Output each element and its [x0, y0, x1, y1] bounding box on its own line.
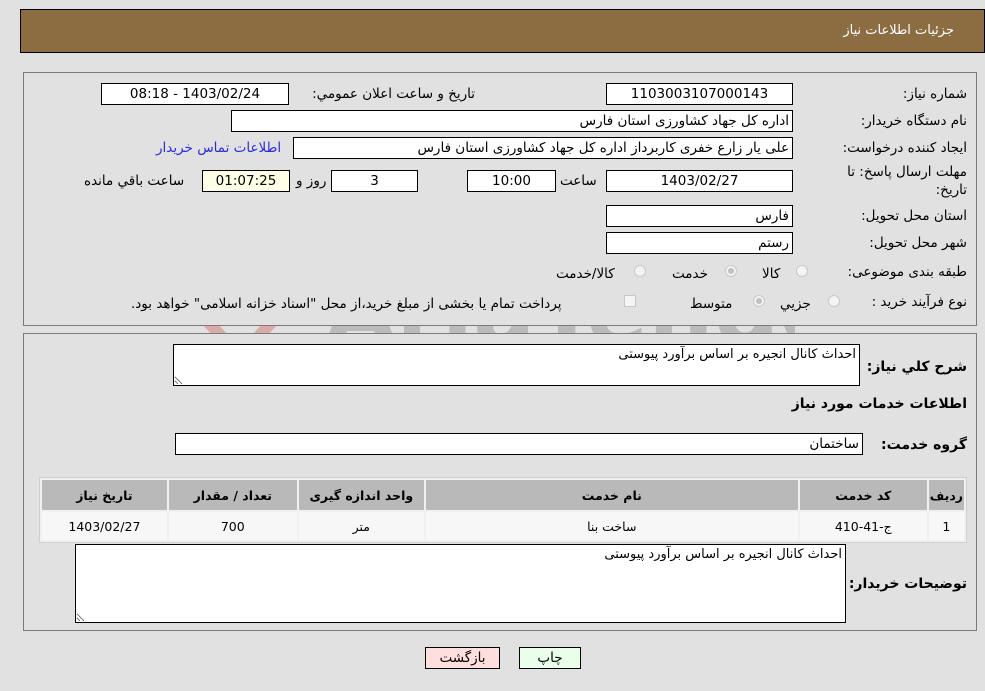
- announce-label: تاریخ و ساعت اعلان عمومي:: [312, 86, 475, 102]
- services-heading: اطلاعات خدمات مورد نیاز: [791, 396, 967, 412]
- treasury-checkbox[interactable]: [624, 295, 636, 307]
- need-number-field[interactable]: 1103003107000143: [606, 83, 793, 105]
- requester-label: ایجاد کننده درخواست:: [842, 140, 967, 156]
- back-button[interactable]: بازگشت: [425, 647, 500, 669]
- services-table: ردیف کد خدمت نام خدمت واحد اندازه گیری ت…: [39, 477, 967, 543]
- cell-need-date: 1403/02/27: [42, 512, 167, 540]
- requester-field[interactable]: علی یار زارع خفری کاربرداز اداره کل جهاد…: [293, 137, 793, 159]
- process-radio-medium[interactable]: [753, 295, 765, 307]
- summary-textarea[interactable]: احداث کانال انجیره بر اساس برآورد پیوستی: [173, 344, 860, 386]
- category-radio-goods[interactable]: [796, 265, 808, 277]
- buyer-notes-label: توضیحات خریدار:: [848, 576, 967, 592]
- category-radio-goods-service[interactable]: [634, 265, 646, 277]
- city-label: شهر محل تحویل:: [869, 235, 967, 251]
- category-option-service: خدمت: [672, 266, 708, 282]
- cell-unit: متر: [298, 512, 424, 540]
- deadline-label-2: تاریخ:: [935, 182, 967, 198]
- category-radio-service[interactable]: [725, 265, 737, 277]
- need-number-label: شماره نیاز:: [902, 86, 967, 102]
- province-label: استان محل تحویل:: [861, 208, 967, 224]
- time-remaining-field: 01:07:25: [202, 170, 290, 192]
- deadline-time-field[interactable]: 10:00: [467, 170, 556, 192]
- service-group-field[interactable]: ساختمان: [175, 433, 863, 455]
- cell-row: 1: [928, 512, 964, 540]
- table-header-row: ردیف کد خدمت نام خدمت واحد اندازه گیری ت…: [42, 480, 964, 510]
- buyer-contact-link[interactable]: اطلاعات تماس خریدار: [156, 140, 281, 156]
- col-need-date: تاریخ نیاز: [42, 480, 167, 510]
- col-service-code: کد خدمت: [799, 480, 927, 510]
- category-option-goods-service: کالا/خدمت: [556, 266, 615, 282]
- page-title: جزئیات اطلاعات نیاز: [843, 23, 954, 38]
- province-field[interactable]: فارس: [606, 205, 793, 227]
- col-service-name: نام خدمت: [425, 480, 798, 510]
- time-remaining-label: ساعت باقي مانده: [84, 173, 185, 189]
- table-row: 1 ج-41-410 ساخت بنا متر 700 1403/02/27: [42, 512, 964, 540]
- category-label: طبقه بندی موضوعی:: [847, 264, 967, 280]
- process-label: نوع فرآیند خرید :: [871, 294, 967, 310]
- col-row: ردیف: [928, 480, 964, 510]
- summary-label: شرح کلي نیاز:: [866, 359, 967, 375]
- cell-service-name: ساخت بنا: [425, 512, 798, 540]
- cell-service-code: ج-41-410: [799, 512, 927, 540]
- days-label: روز و: [296, 173, 327, 189]
- col-quantity: تعداد / مقدار: [168, 480, 297, 510]
- days-remaining-field[interactable]: 3: [331, 170, 418, 192]
- buyer-org-field[interactable]: اداره کل جهاد کشاورزی استان فارس: [231, 110, 793, 132]
- page-header: جزئیات اطلاعات نیاز: [20, 9, 985, 53]
- process-radio-minor[interactable]: [828, 295, 840, 307]
- deadline-date-field[interactable]: 1403/02/27: [606, 170, 793, 192]
- buyer-org-label: نام دستگاه خریدار:: [860, 113, 967, 129]
- deadline-label: مهلت ارسال پاسخ: تا: [847, 164, 967, 180]
- service-group-label: گروه خدمت:: [881, 437, 967, 453]
- process-option-medium: متوسط: [690, 296, 733, 312]
- deadline-time-label: ساعت: [560, 173, 597, 189]
- city-field[interactable]: رستم: [606, 232, 793, 254]
- announce-field[interactable]: 1403/02/24 - 08:18: [101, 83, 289, 105]
- treasury-note: پرداخت تمام یا بخشی از مبلغ خرید،از محل …: [131, 296, 562, 312]
- print-button[interactable]: چاپ: [519, 647, 581, 669]
- col-unit: واحد اندازه گیری: [298, 480, 424, 510]
- buyer-notes-textarea[interactable]: احداث کانال انجیره بر اساس برآورد پیوستی: [75, 544, 846, 623]
- process-option-minor: جزيي: [780, 296, 811, 312]
- cell-quantity: 700: [168, 512, 297, 540]
- category-option-goods: کالا: [762, 266, 781, 282]
